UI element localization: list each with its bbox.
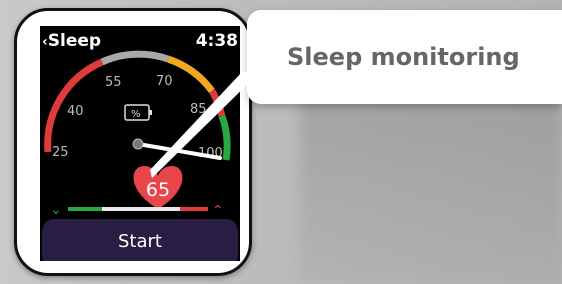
gauge-pivot bbox=[132, 138, 144, 150]
unit-label: % bbox=[131, 109, 141, 120]
gauge-tick-85: 85 bbox=[190, 102, 207, 117]
callout-text: Sleep monitoring bbox=[287, 43, 520, 71]
start-button[interactable]: Start bbox=[42, 219, 238, 261]
gauge-arc-yellow bbox=[166, 55, 215, 94]
watch-screen: 25 40 55 70 85 100 % 65 ⌄ ⌃ ‹Sleep 4:38 … bbox=[40, 26, 240, 261]
chevron-up-icon: ⌃ bbox=[212, 203, 224, 219]
gauge-tick-25: 25 bbox=[52, 145, 69, 160]
callout-box: Sleep monitoring bbox=[247, 10, 562, 104]
gauge-arc-red2 bbox=[208, 89, 226, 117]
gauge-tick-55: 55 bbox=[105, 75, 122, 90]
range-bar-white bbox=[102, 207, 180, 211]
app-title[interactable]: ‹Sleep bbox=[42, 31, 101, 51]
range-bar-green bbox=[68, 207, 102, 211]
gauge-tick-70: 70 bbox=[156, 74, 173, 89]
gauge-tick-40: 40 bbox=[67, 104, 84, 119]
clock: 4:38 bbox=[195, 31, 238, 51]
heart-value: 65 bbox=[146, 179, 170, 201]
range-bar-red bbox=[180, 207, 208, 211]
gauge-arc-gray bbox=[100, 50, 170, 66]
chevron-down-icon: ⌄ bbox=[50, 202, 62, 218]
callout-shadow bbox=[300, 92, 562, 284]
